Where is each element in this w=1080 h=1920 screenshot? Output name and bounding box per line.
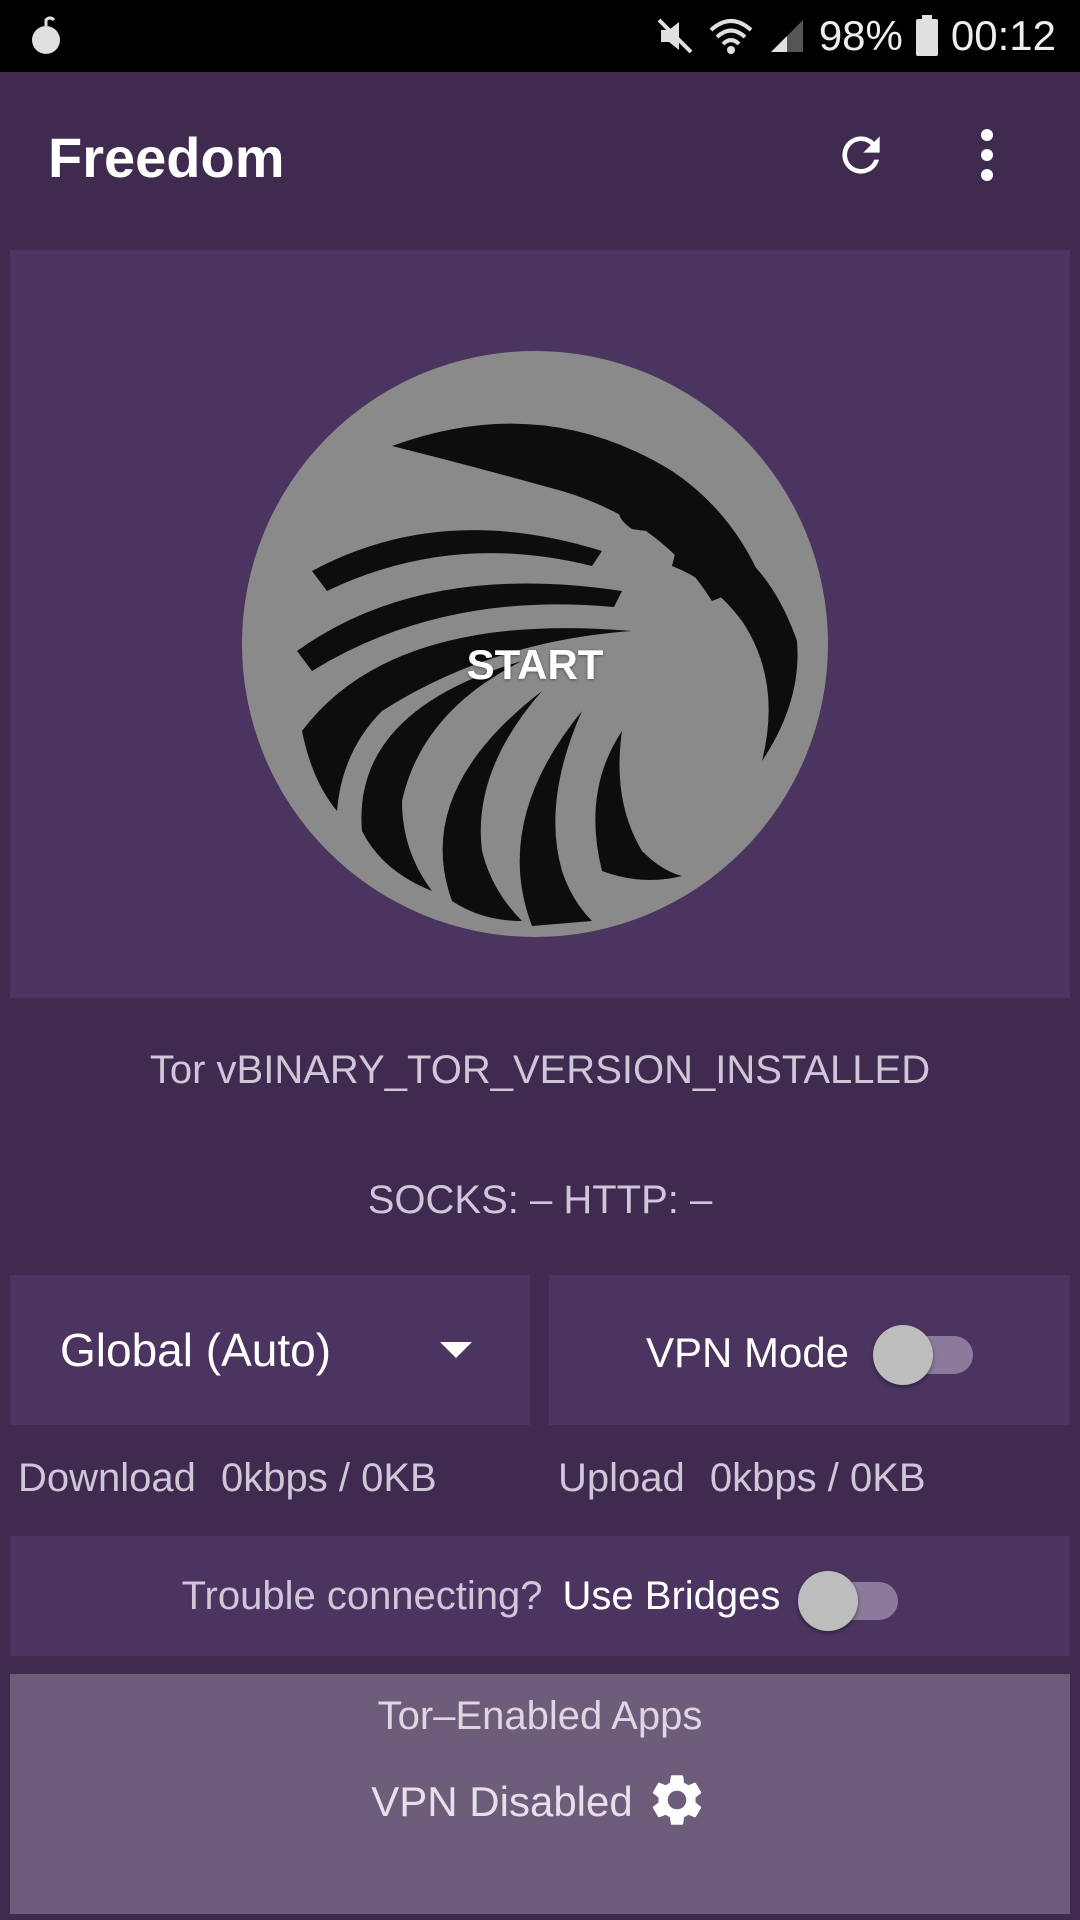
vpn-mode-label: VPN Mode — [645, 1329, 850, 1376]
more-vert-icon — [977, 127, 997, 188]
vpn-mode-toggle[interactable] — [873, 1320, 974, 1385]
tor-version-text: Tor vBINARY_TOR_VERSION_INSTALLED — [149, 1048, 931, 1092]
proxy-ports-text: SOCKS: – HTTP: – — [367, 1178, 713, 1222]
refresh-button[interactable] — [816, 112, 906, 202]
download-stat: Download 0kbps / 0KB — [18, 1456, 437, 1501]
mute-icon — [655, 16, 695, 56]
upload-label: Upload — [558, 1456, 685, 1500]
overflow-menu-button[interactable] — [942, 112, 1032, 202]
clock: 00:12 — [950, 12, 1056, 59]
apps-settings-button[interactable] — [645, 1770, 709, 1834]
app-bar: Freedom — [0, 72, 1080, 242]
routing-mode-value: Global (Auto) — [60, 1324, 332, 1376]
upload-value: 0kbps / 0KB — [709, 1456, 926, 1500]
notification-bomb-icon — [30, 16, 64, 56]
use-bridges-toggle[interactable] — [798, 1566, 899, 1631]
status-bar: 98% 00:12 — [0, 0, 1080, 72]
bridges-prompt: Trouble connecting? — [181, 1573, 543, 1618]
battery-percent: 98% — [818, 12, 903, 59]
toggle-thumb — [798, 1571, 859, 1631]
bridges-panel: Trouble connecting? Use Bridges — [10, 1536, 1070, 1656]
start-label: START — [466, 641, 604, 688]
refresh-icon — [833, 127, 889, 188]
signal-icon — [767, 16, 807, 56]
routing-mode-dropdown[interactable]: Global (Auto) — [10, 1275, 530, 1425]
hero-panel: START — [10, 250, 1070, 998]
download-value: 0kbps / 0KB — [221, 1456, 437, 1500]
start-button[interactable]: START — [242, 351, 828, 937]
wifi-icon — [707, 16, 755, 56]
upload-stat: Upload 0kbps / 0KB — [558, 1456, 926, 1501]
battery-icon — [915, 15, 939, 57]
dropdown-arrow-icon — [440, 1342, 472, 1358]
download-label: Download — [18, 1456, 196, 1500]
toggle-thumb — [873, 1325, 934, 1385]
vpn-status-text: VPN Disabled — [371, 1778, 633, 1825]
apps-title: Tor–Enabled Apps — [377, 1694, 703, 1738]
tor-enabled-apps-panel[interactable]: Tor–Enabled Apps VPN Disabled — [10, 1674, 1070, 1914]
vpn-mode-panel: VPN Mode — [549, 1275, 1070, 1425]
use-bridges-label: Use Bridges — [562, 1573, 781, 1618]
gear-icon — [646, 1769, 708, 1836]
app-title: Freedom — [48, 125, 285, 189]
